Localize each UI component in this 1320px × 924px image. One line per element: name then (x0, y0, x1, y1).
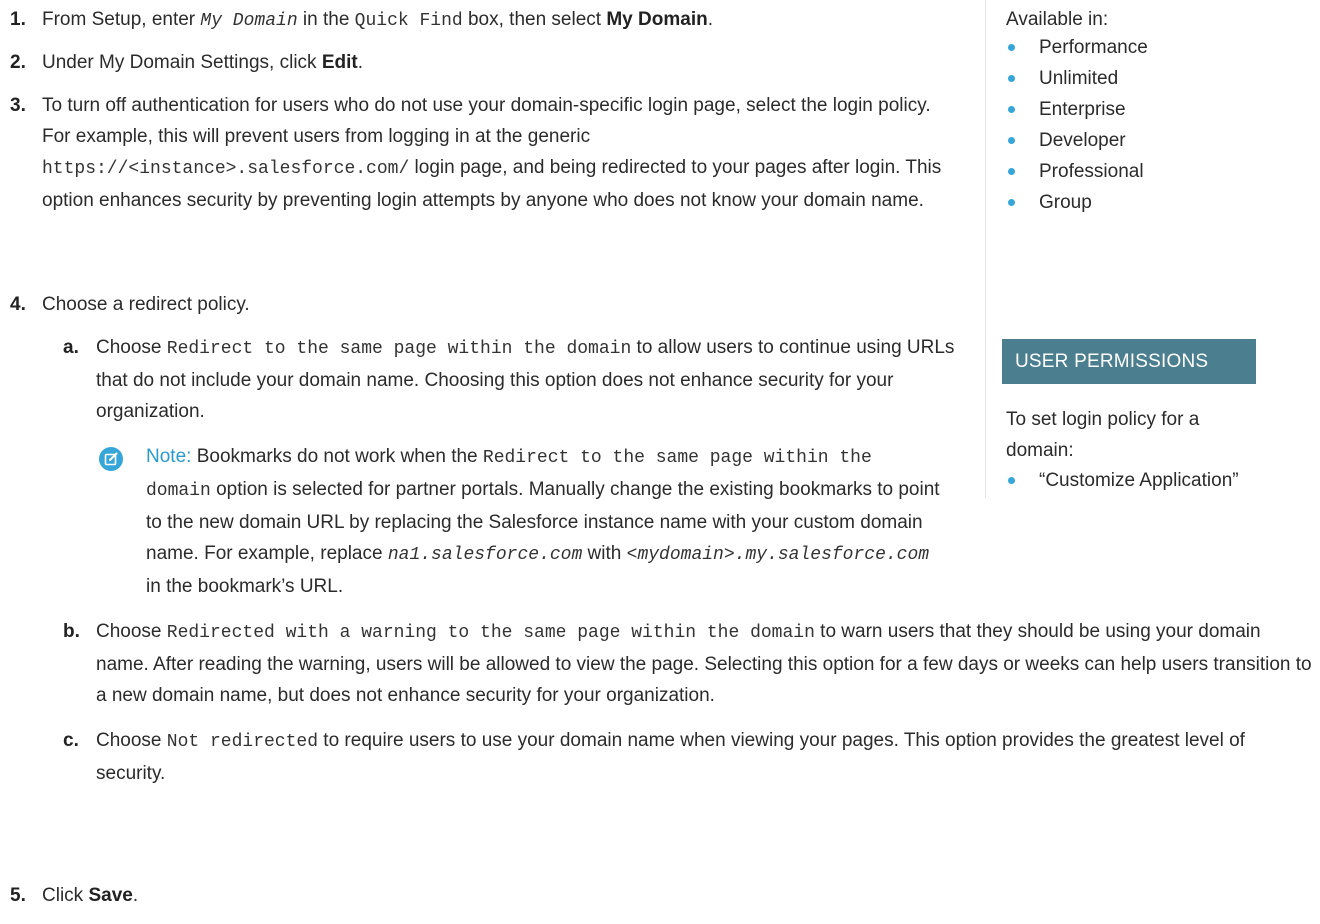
code-run: Redirected with a warning to the same pa… (166, 623, 815, 643)
edition-label: Professional (1039, 161, 1144, 182)
list-item: Unlimited (1006, 63, 1148, 94)
edition-label: Enterprise (1039, 99, 1126, 120)
bullet-icon (1008, 168, 1015, 175)
step-number: b. (63, 621, 80, 642)
bullet-icon (1008, 199, 1015, 206)
list-item: Developer (1006, 125, 1148, 156)
ui-label: Save (88, 885, 133, 906)
text-run: with (582, 543, 627, 564)
code-run: na1.salesforce.com (387, 545, 583, 565)
edition-label: Unlimited (1039, 68, 1119, 89)
step-number: 4. (10, 294, 26, 315)
step-text: Choose Redirected with a warning to the … (96, 616, 1316, 711)
bullet-icon (1008, 75, 1015, 82)
step-number: 5. (10, 885, 26, 906)
text-run: Click (42, 885, 89, 906)
edition-label: Developer (1039, 130, 1126, 151)
edition-label: Performance (1039, 37, 1148, 58)
list-item: Professional (1006, 156, 1148, 187)
code-run: <mydomain>.my.salesforce.com (626, 545, 930, 565)
bullet-icon (1008, 477, 1015, 484)
note-text: Note: Bookmarks do not work when the Red… (146, 441, 946, 602)
step-number: 3. (10, 95, 26, 116)
text-run: Choose (96, 337, 167, 358)
step-number: 2. (10, 52, 26, 73)
ui-label: Edit (321, 52, 358, 73)
permission-label: “Customize Application” (1039, 470, 1239, 491)
available-in-heading: Available in: (1006, 9, 1109, 30)
sidebar-divider (985, 0, 986, 498)
text-run: in the bookmark’s URL. (146, 576, 344, 597)
step-text: Choose Not redirected to require users t… (96, 725, 1316, 789)
list-item: Enterprise (1006, 94, 1148, 125)
bullet-icon (1008, 137, 1015, 144)
step-number: c. (63, 730, 79, 751)
step-text: Choose Redirect to the same page within … (96, 332, 956, 427)
text-run: Choose (96, 621, 167, 642)
permissions-description: To set login policy for a domain: (1006, 409, 1200, 461)
bullet-icon (1008, 44, 1015, 51)
text-run: box, then select (462, 9, 607, 30)
text-run: in the (297, 9, 355, 30)
step-text: From Setup, enter My Domain in the Quick… (42, 4, 942, 37)
list-item: “Customize Application” (1006, 465, 1239, 496)
user-permissions-header: USER PERMISSIONS (1002, 339, 1256, 384)
code-run: My Domain (200, 11, 298, 31)
text-run: Choose (96, 730, 167, 751)
editions-list: Performance Unlimited Enterprise Develop… (1006, 32, 1148, 218)
note-edit-icon (99, 447, 123, 471)
permissions-list: “Customize Application” (1006, 465, 1239, 496)
text-run: . (132, 885, 139, 906)
code-run: https://<instance>.salesforce.com/ (42, 159, 410, 179)
code-run: Quick Find (354, 11, 463, 31)
step-text: Choose a redirect policy. (42, 294, 250, 315)
list-item: Performance (1006, 32, 1148, 63)
text-run: From Setup, enter (42, 9, 201, 30)
step-text: To turn off authentication for users who… (42, 90, 957, 216)
text-run: Under My Domain Settings, click (42, 52, 322, 73)
note-label: Note: (146, 446, 192, 467)
code-run: Redirect to the same page within the dom… (166, 339, 632, 359)
text-run: To turn off authentication for users who… (42, 95, 931, 147)
step-number: 1. (10, 9, 26, 30)
step-text: Under My Domain Settings, click Edit. (42, 47, 942, 78)
text-run: . (707, 9, 713, 30)
bullet-icon (1008, 106, 1015, 113)
edition-label: Group (1039, 192, 1092, 213)
code-run: Not redirected (166, 732, 319, 752)
list-item: Group (1006, 187, 1148, 218)
step-text: Click Save. (42, 880, 942, 911)
text-run: Bookmarks do not work when the (191, 446, 483, 467)
ui-label: My Domain (606, 9, 708, 30)
step-number: a. (63, 337, 79, 358)
text-run: . (357, 52, 363, 73)
